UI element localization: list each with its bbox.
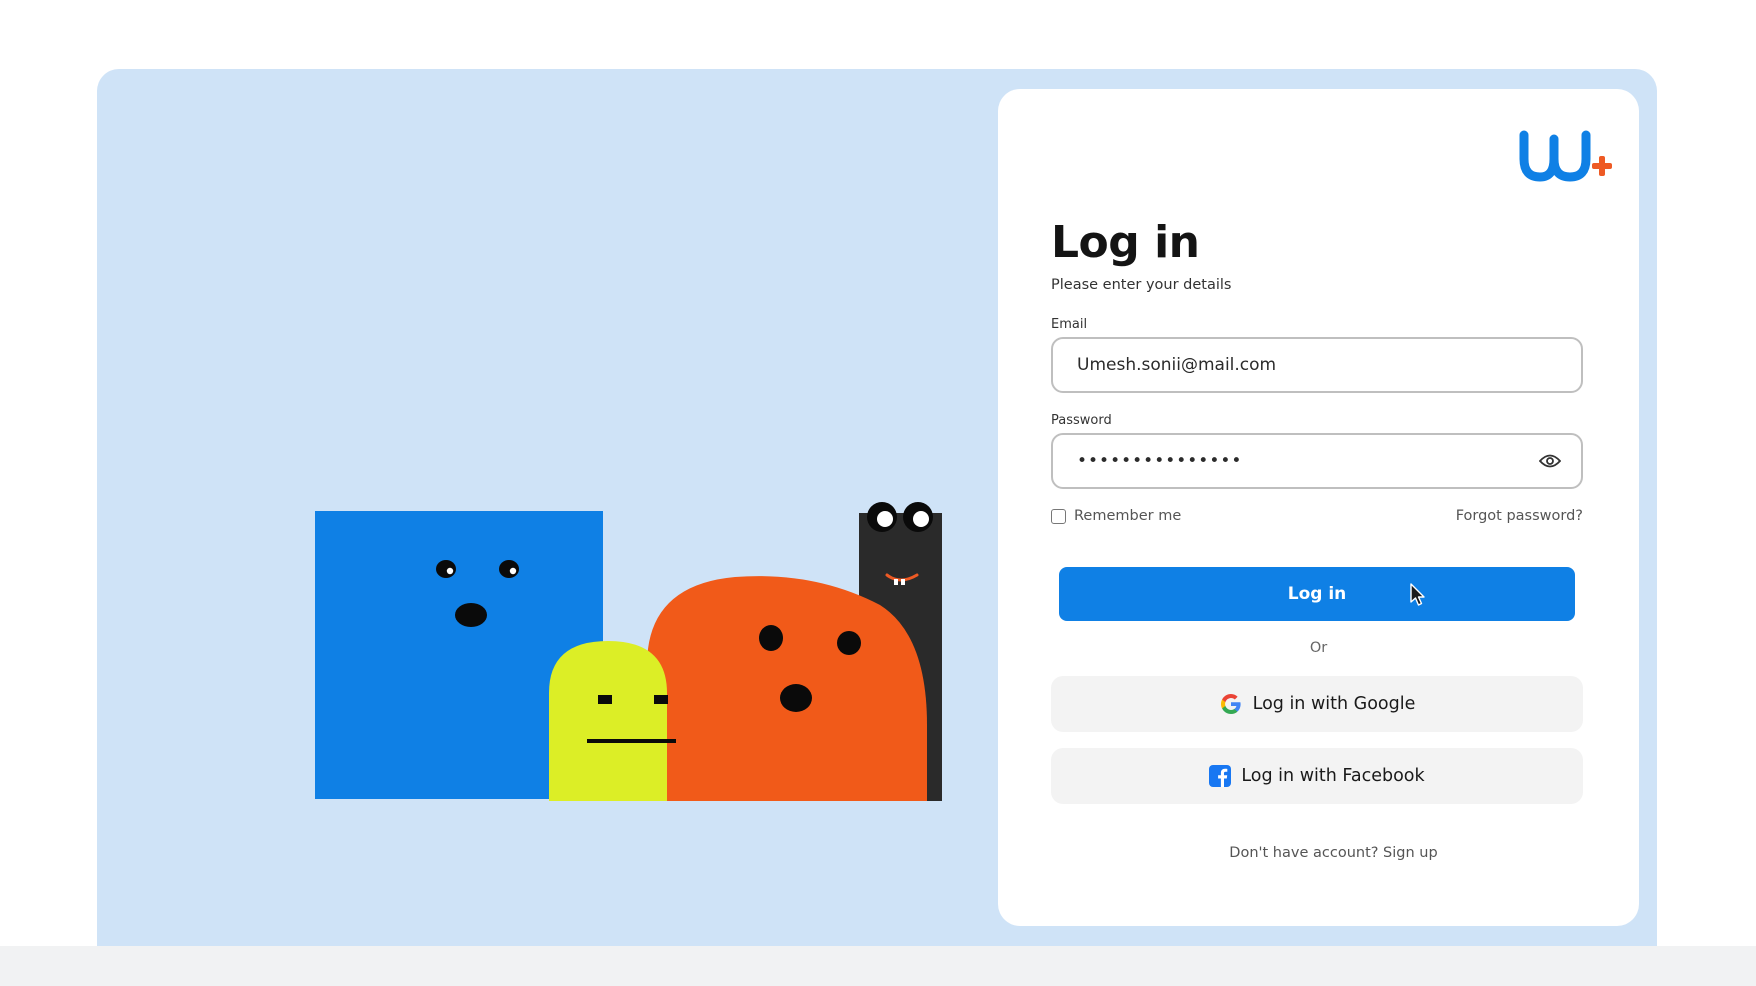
google-icon [1220,694,1241,714]
email-field[interactable]: Umesh.sonii@mail.com [1051,337,1583,393]
or-divider-text: Or [1309,640,1328,656]
remember-label: Remember me [1074,508,1182,524]
remember-row: Remember me Forgot password? [1051,506,1583,526]
bottom-strip [0,946,1756,986]
characters-illustration [315,495,942,801]
eye-icon[interactable] [1539,453,1561,469]
email-value: Umesh.sonii@mail.com [1077,355,1277,375]
login-button[interactable]: Log in [1059,567,1575,621]
page-subtitle: Please enter your details [1051,277,1232,293]
forgot-password-link[interactable]: Forgot password? [1456,508,1583,524]
password-field[interactable]: ••••••••••••••• [1051,433,1583,489]
facebook-login-button[interactable]: Log in with Facebook [1051,748,1583,804]
checkbox-box[interactable] [1051,508,1066,524]
email-label: Email [1051,317,1088,332]
google-button-label: Log in with Google [1252,694,1416,714]
password-value: ••••••••••••••• [1077,451,1243,471]
signup-link[interactable]: Don't have account? Sign up [998,845,1639,861]
facebook-button-label: Log in with Facebook [1241,766,1425,786]
w-plus-logo [1518,129,1614,191]
login-card: Log in Please enter your details Email U… [998,89,1639,926]
yellow-character [549,641,676,801]
google-login-button[interactable]: Log in with Google [1051,676,1583,732]
login-button-label: Log in [1287,584,1347,604]
remember-me-checkbox[interactable]: Remember me [1051,508,1181,524]
password-label: Password [1051,413,1112,428]
mouse-cursor-icon [1410,583,1425,606]
orange-blob-character [647,576,927,801]
facebook-icon [1209,765,1232,787]
page-title: Log in [1051,217,1200,268]
